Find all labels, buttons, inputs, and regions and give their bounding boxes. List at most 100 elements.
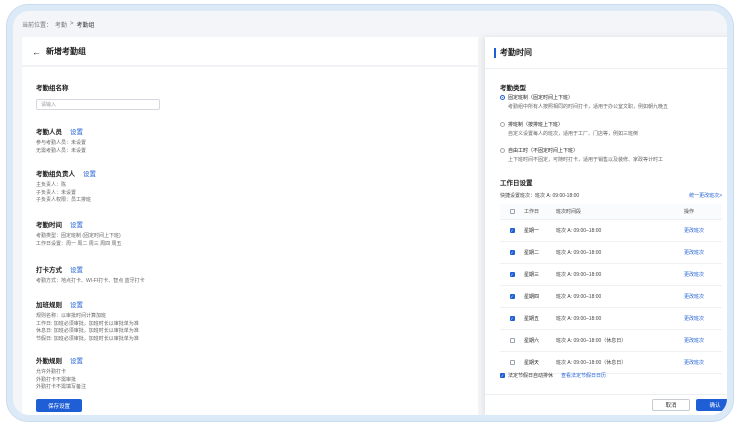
type-option-flexible[interactable]: 自由工时（不固定时间上下班） 上下班时间不固定，可随时打卡，适用于销售以及装修、家… <box>500 147 663 163</box>
option-desc: 自定义设置每人的班次，适用于工厂、门店等，例如三班倒 <box>508 131 639 137</box>
section-detail: 主负责人：陈 <box>36 182 67 188</box>
table-row: 星期六 班次 A: 09:00–18:00（休息日） 更改班次 <box>500 330 722 352</box>
page-title: 新增考勤组 <box>46 47 86 56</box>
option-label: 自由工时（不固定时间上下班） <box>508 148 579 154</box>
day-cell: 星期六 <box>524 338 540 344</box>
section-title: 打卡方式 <box>36 267 62 274</box>
time-cell: 班次 A: 09:00–18:00 <box>556 294 602 300</box>
option-desc: 上下班时间不固定，可随时打卡，适用于销售以及装修、家政等计时工 <box>508 157 664 163</box>
set-field-rules-link[interactable]: 设置 <box>70 355 83 365</box>
holiday-label: 法定节假日自动排休 <box>508 373 554 379</box>
breadcrumb-prefix: 当前位置： <box>22 22 53 29</box>
row-checkbox-checked[interactable]: ✓ <box>509 228 515 233</box>
col-header-time: 班次时间段 <box>556 209 582 215</box>
day-cell: 星期四 <box>524 294 540 300</box>
row-checkbox-checked[interactable]: ✓ <box>509 272 515 277</box>
section-detail: 参与考勤人员：未设置 <box>36 140 87 146</box>
breadcrumb-item-attendance[interactable]: 考勤 <box>55 20 67 29</box>
title-accent-bar <box>494 47 496 58</box>
attendance-type-title: 考勤类型 <box>500 85 526 92</box>
day-cell: 星期一 <box>524 228 540 234</box>
option-label: 排班制（按排班上下班） <box>508 122 564 128</box>
section-managers: 考勤组负责人 设置 主负责人：陈 子负责人：未设置 子负责人权限：员工排班 <box>36 168 96 205</box>
breadcrumb-item-group: 考勤组 <box>76 22 95 29</box>
group-name-section: 考勤组名称 请输入 <box>36 82 160 110</box>
change-all-shifts-link[interactable]: 统一更改班次> <box>689 192 722 199</box>
drawer-title: 考勤时间 <box>500 48 532 57</box>
table-header: 工作日 班次时间段 操作 <box>500 204 722 220</box>
time-cell: 班次 A: 09:00–18:00 <box>556 228 602 234</box>
group-name-input[interactable]: 请输入 <box>36 99 160 110</box>
radio-icon[interactable] <box>500 148 505 153</box>
option-desc: 考勤组中所有人按照相同的时间打卡，适用于办公室文职，例如朝九晚五 <box>508 104 669 110</box>
row-checkbox[interactable] <box>509 338 515 343</box>
day-cell: 星期三 <box>524 272 540 278</box>
radio-icon[interactable] <box>500 122 505 127</box>
group-name-label: 考勤组名称 <box>36 85 69 92</box>
day-cell: 星期天 <box>524 360 540 366</box>
day-cell: 星期五 <box>524 316 540 322</box>
row-checkbox-checked[interactable]: ✓ <box>509 250 515 255</box>
section-detail: 工作日: 加班必须审批，加班时长以审批单为准 <box>36 320 139 327</box>
drawer-header: 考勤时间 <box>494 47 532 58</box>
change-shift-link[interactable]: 更改班次 <box>684 359 722 366</box>
day-cell: 星期二 <box>524 250 540 256</box>
section-members: 考勤人员 设置 参与考勤人员：未设置 无需考勤人员：未设置 <box>36 126 86 155</box>
confirm-button[interactable]: 确认 <box>696 399 727 411</box>
divider <box>22 65 478 67</box>
quick-shift-label: 快捷设置班次：班次 A: 09:00-18:00 <box>500 193 580 199</box>
section-title: 考勤时间 <box>36 222 62 229</box>
device-frame: 当前位置： 考勤 > 考勤组 ← 新增考勤组 考勤组名称 请输入 考勤人员 设置 … <box>6 4 734 422</box>
change-shift-link[interactable]: 更改班次 <box>684 337 722 344</box>
page-header: ← 新增考勤组 <box>32 46 86 57</box>
time-cell: 班次 A: 09:00–18:00 <box>556 250 602 256</box>
save-settings-button[interactable]: 保存设置 <box>36 399 82 412</box>
attendance-time-drawer: 考勤时间 考勤类型 固定班制（固定时间上下班） 考勤组中所有人按照相同的时间打卡，… <box>485 37 727 415</box>
option-label: 固定班制（固定时间上下班） <box>508 95 574 101</box>
change-shift-link[interactable]: 更改班次 <box>684 271 722 278</box>
section-title: 外勤规则 <box>36 358 62 365</box>
table-row: ✓ 星期三 班次 A: 09:00–18:00 更改班次 <box>500 264 722 286</box>
change-shift-link[interactable]: 更改班次 <box>684 249 722 256</box>
breadcrumb: 当前位置： 考勤 > 考勤组 <box>22 16 95 32</box>
set-time-link[interactable]: 设置 <box>70 219 83 229</box>
type-option-fixed[interactable]: 固定班制（固定时间上下班） 考勤组中所有人按照相同的时间打卡，适用于办公室文职，例… <box>500 94 668 110</box>
workday-title: 工作日设置 <box>500 180 533 187</box>
set-overtime-link[interactable]: 设置 <box>70 299 83 309</box>
change-shift-link[interactable]: 更改班次 <box>684 227 722 234</box>
table-row: ✓ 星期二 班次 A: 09:00–18:00 更改班次 <box>500 242 722 264</box>
section-detail: 节假日: 加班必须审批，加班时长以审批单为准 <box>36 335 139 342</box>
time-cell: 班次 A: 09:00–18:00（休息日） <box>556 338 627 344</box>
set-managers-link[interactable]: 设置 <box>83 168 96 178</box>
divider <box>485 68 727 69</box>
holiday-calendar-link[interactable]: 查看法定节假日日历 <box>561 372 606 379</box>
set-members-link[interactable]: 设置 <box>70 126 83 136</box>
cancel-button[interactable]: 取消 <box>652 399 690 411</box>
time-cell: 班次 A: 09:00–18:00（休息日） <box>556 360 627 366</box>
holiday-checkbox-checked[interactable]: ✓ <box>500 373 505 378</box>
section-detail: 外勤打卡不需审批 <box>36 376 77 383</box>
set-clock-method-link[interactable]: 设置 <box>70 264 83 274</box>
select-all-checkbox[interactable] <box>509 209 515 214</box>
table-row: ✓ 星期一 班次 A: 09:00–18:00 更改班次 <box>500 220 722 242</box>
section-detail: 子负责人权限：员工排班 <box>36 197 92 203</box>
row-checkbox-checked[interactable]: ✓ <box>509 316 515 321</box>
workday-table: 工作日 班次时间段 操作 ✓ 星期一 班次 A: 09:00–18:00 更改班… <box>500 204 722 374</box>
change-shift-link[interactable]: 更改班次 <box>684 293 722 300</box>
type-option-shift[interactable]: 排班制（按排班上下班） 自定义设置每人的班次，适用于工厂、门店等，例如三班倒 <box>500 121 638 137</box>
section-field-rules: 外勤规则 设置 允许外勤打卡 外勤打卡不需审批 外勤打卡不需填写备注 <box>36 355 86 392</box>
section-detail: 子负责人：未设置 <box>36 189 77 196</box>
back-arrow-icon[interactable]: ← <box>32 47 41 57</box>
section-title: 加班规则 <box>36 302 62 309</box>
drawer-footer: 取消 确认 <box>485 394 727 415</box>
section-detail: 允许外勤打卡 <box>36 369 67 375</box>
section-detail: 工作日设置：周一 周二 周三 周四 周五 <box>36 240 122 247</box>
radio-selected-icon[interactable] <box>500 95 505 100</box>
row-checkbox[interactable] <box>509 360 515 365</box>
section-detail: 休息日: 加班必须审批，加班时长以审批单为准 <box>36 328 139 334</box>
table-row: 星期天 班次 A: 09:00–18:00（休息日） 更改班次 <box>500 352 722 374</box>
section-detail: 无需考勤人员：未设置 <box>36 147 87 154</box>
section-title: 考勤人员 <box>36 129 62 136</box>
change-shift-link[interactable]: 更改班次 <box>684 315 722 322</box>
row-checkbox-checked[interactable]: ✓ <box>509 294 515 299</box>
